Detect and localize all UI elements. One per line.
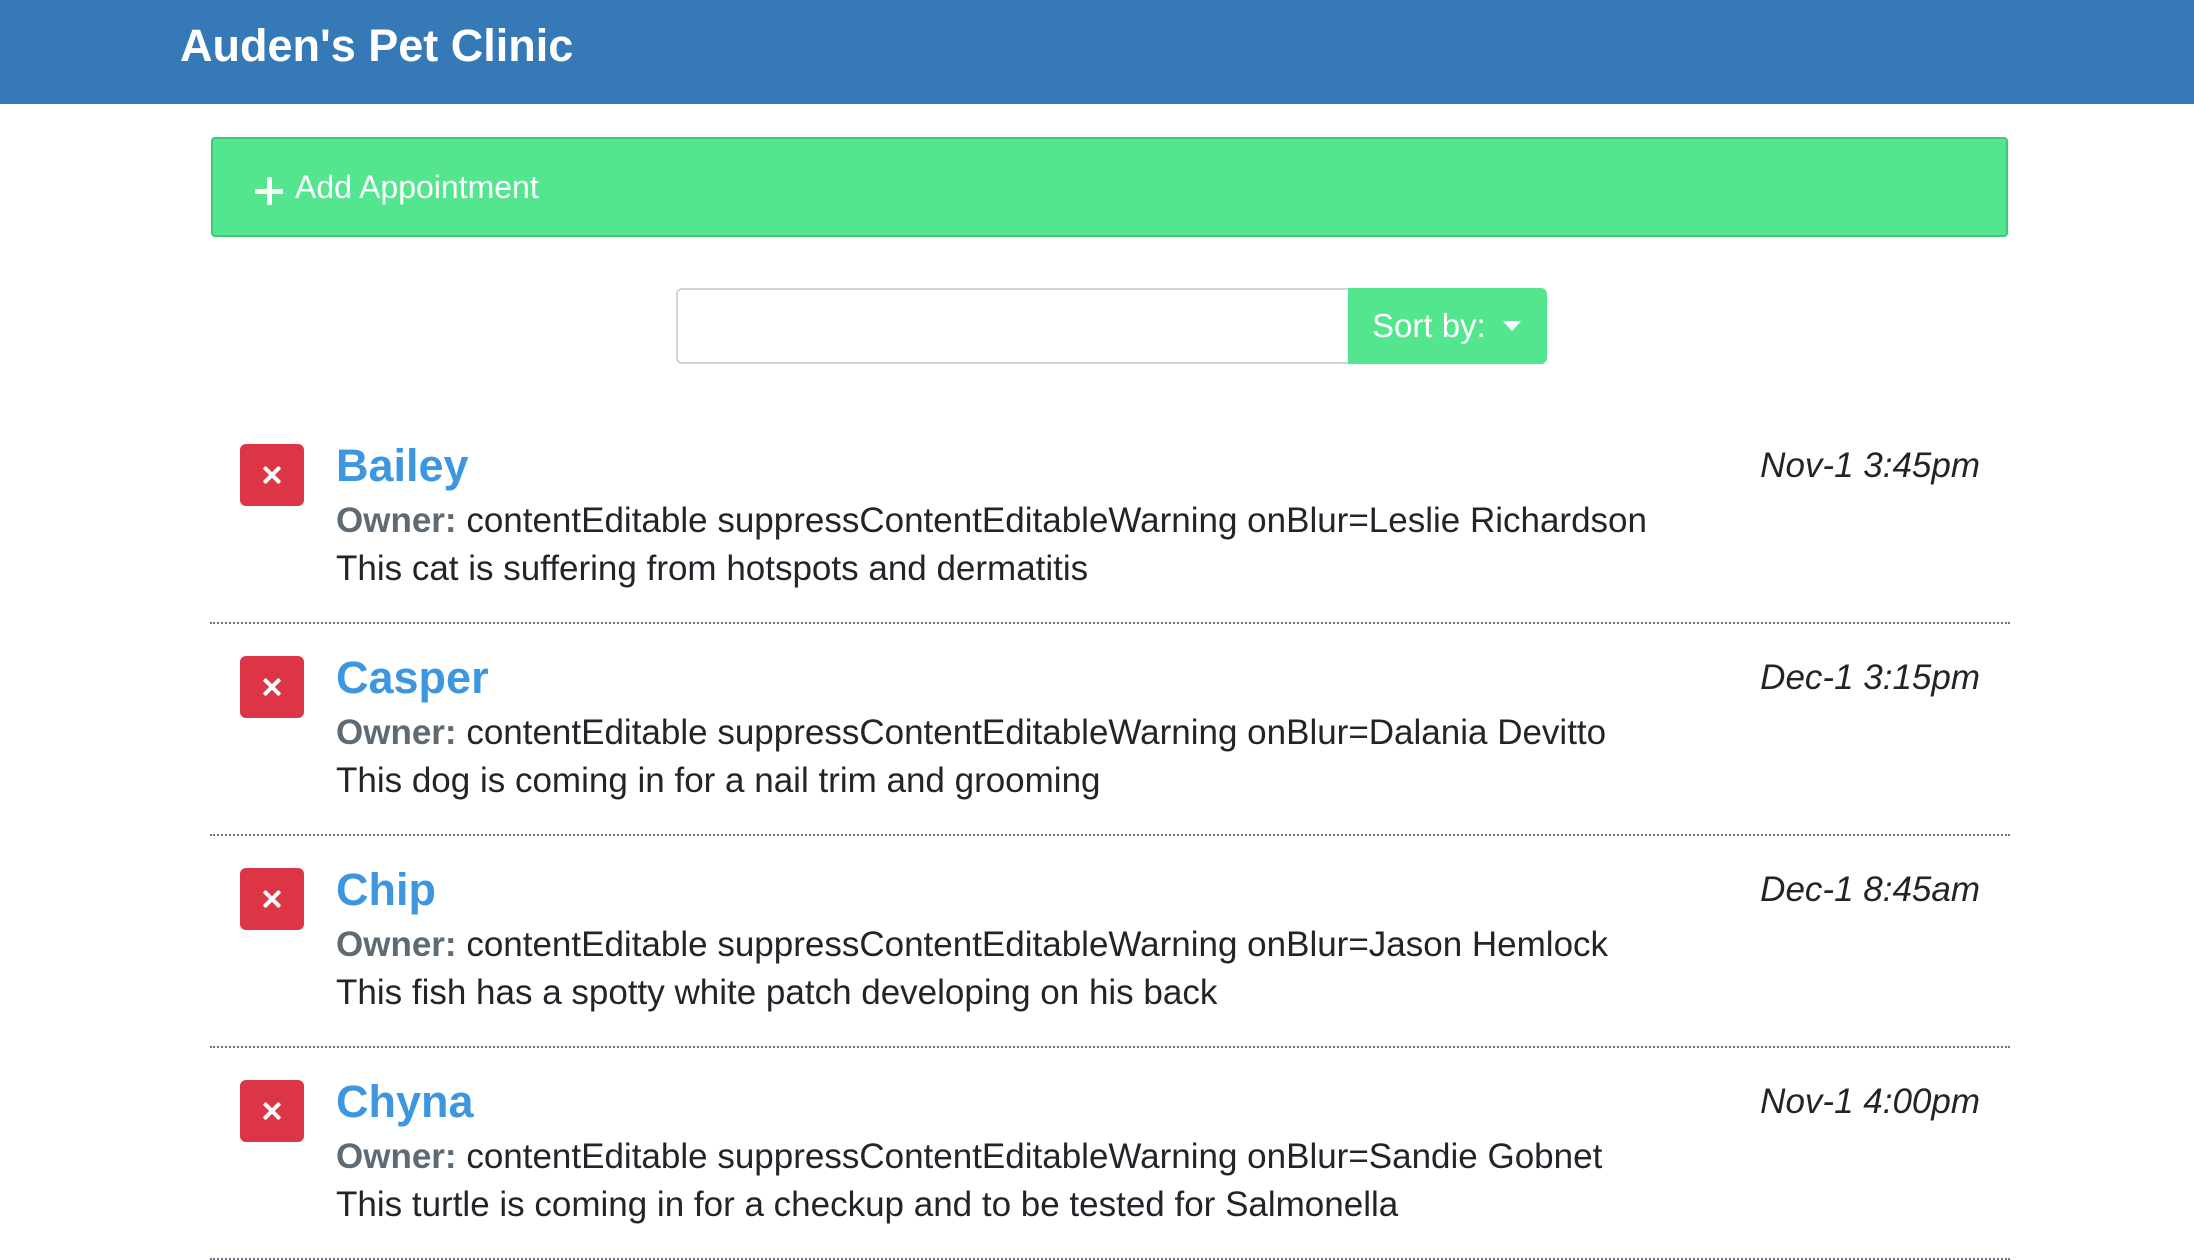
owner-label: Owner: — [336, 925, 457, 964]
caret-down-icon — [1503, 321, 1521, 331]
search-input[interactable] — [676, 288, 1350, 364]
owner-name[interactable]: contentEditable suppressContentEditableW… — [466, 925, 1608, 964]
appointment-list: Bailey Nov-1 3:45pm Owner: contentEditab… — [210, 412, 2010, 1260]
owner-label: Owner: — [336, 1137, 457, 1176]
appointment-date: Nov-1 3:45pm — [1760, 446, 1980, 485]
close-icon — [262, 889, 282, 909]
search-sort-group: Sort by: — [676, 288, 1547, 364]
appointment-item: Casper Dec-1 3:15pm Owner: contentEditab… — [210, 624, 2010, 836]
appointment-notes[interactable]: This cat is suffering from hotspots and … — [336, 546, 1088, 592]
delete-appointment-button[interactable] — [240, 868, 304, 930]
owner-name[interactable]: contentEditable suppressContentEditableW… — [466, 501, 1647, 540]
pet-name[interactable]: Bailey — [336, 438, 469, 494]
close-icon — [262, 677, 282, 697]
appointment-item: Chyna Nov-1 4:00pm Owner: contentEditabl… — [210, 1048, 2010, 1260]
appointment-notes[interactable]: This turtle is coming in for a checkup a… — [336, 1182, 1398, 1228]
owner-line: Owner: contentEditable suppressContentEd… — [336, 498, 1647, 544]
appointment-item: Bailey Nov-1 3:45pm Owner: contentEditab… — [210, 412, 2010, 624]
add-appointment-button[interactable]: Add Appointment — [211, 137, 2008, 237]
appointment-date: Dec-1 3:15pm — [1760, 658, 1980, 697]
add-appointment-label: Add Appointment — [295, 169, 539, 205]
sort-by-label: Sort by: — [1372, 307, 1486, 344]
owner-label: Owner: — [336, 501, 457, 540]
app-title: Auden's Pet Clinic — [180, 20, 574, 71]
appointment-date: Dec-1 8:45am — [1760, 870, 1980, 909]
pet-name[interactable]: Casper — [336, 650, 489, 706]
owner-line: Owner: contentEditable suppressContentEd… — [336, 1134, 1602, 1180]
owner-line: Owner: contentEditable suppressContentEd… — [336, 710, 1606, 756]
owner-name[interactable]: contentEditable suppressContentEditableW… — [466, 1137, 1602, 1176]
owner-label: Owner: — [336, 713, 457, 752]
pet-name[interactable]: Chyna — [336, 1074, 474, 1130]
appointment-item: Chip Dec-1 8:45am Owner: contentEditable… — [210, 836, 2010, 1048]
plus-icon — [255, 177, 283, 205]
appointment-notes[interactable]: This fish has a spotty white patch devel… — [336, 970, 1217, 1016]
appointment-date: Nov-1 4:00pm — [1760, 1082, 1980, 1121]
navbar: Auden's Pet Clinic — [0, 0, 2194, 104]
owner-line: Owner: contentEditable suppressContentEd… — [336, 922, 1608, 968]
appointment-notes[interactable]: This dog is coming in for a nail trim an… — [336, 758, 1101, 804]
owner-name[interactable]: contentEditable suppressContentEditableW… — [466, 713, 1606, 752]
delete-appointment-button[interactable] — [240, 656, 304, 718]
pet-name[interactable]: Chip — [336, 862, 436, 918]
close-icon — [262, 1101, 282, 1121]
sort-by-dropdown-button[interactable]: Sort by: — [1348, 288, 1547, 364]
delete-appointment-button[interactable] — [240, 1080, 304, 1142]
close-icon — [262, 465, 282, 485]
delete-appointment-button[interactable] — [240, 444, 304, 506]
